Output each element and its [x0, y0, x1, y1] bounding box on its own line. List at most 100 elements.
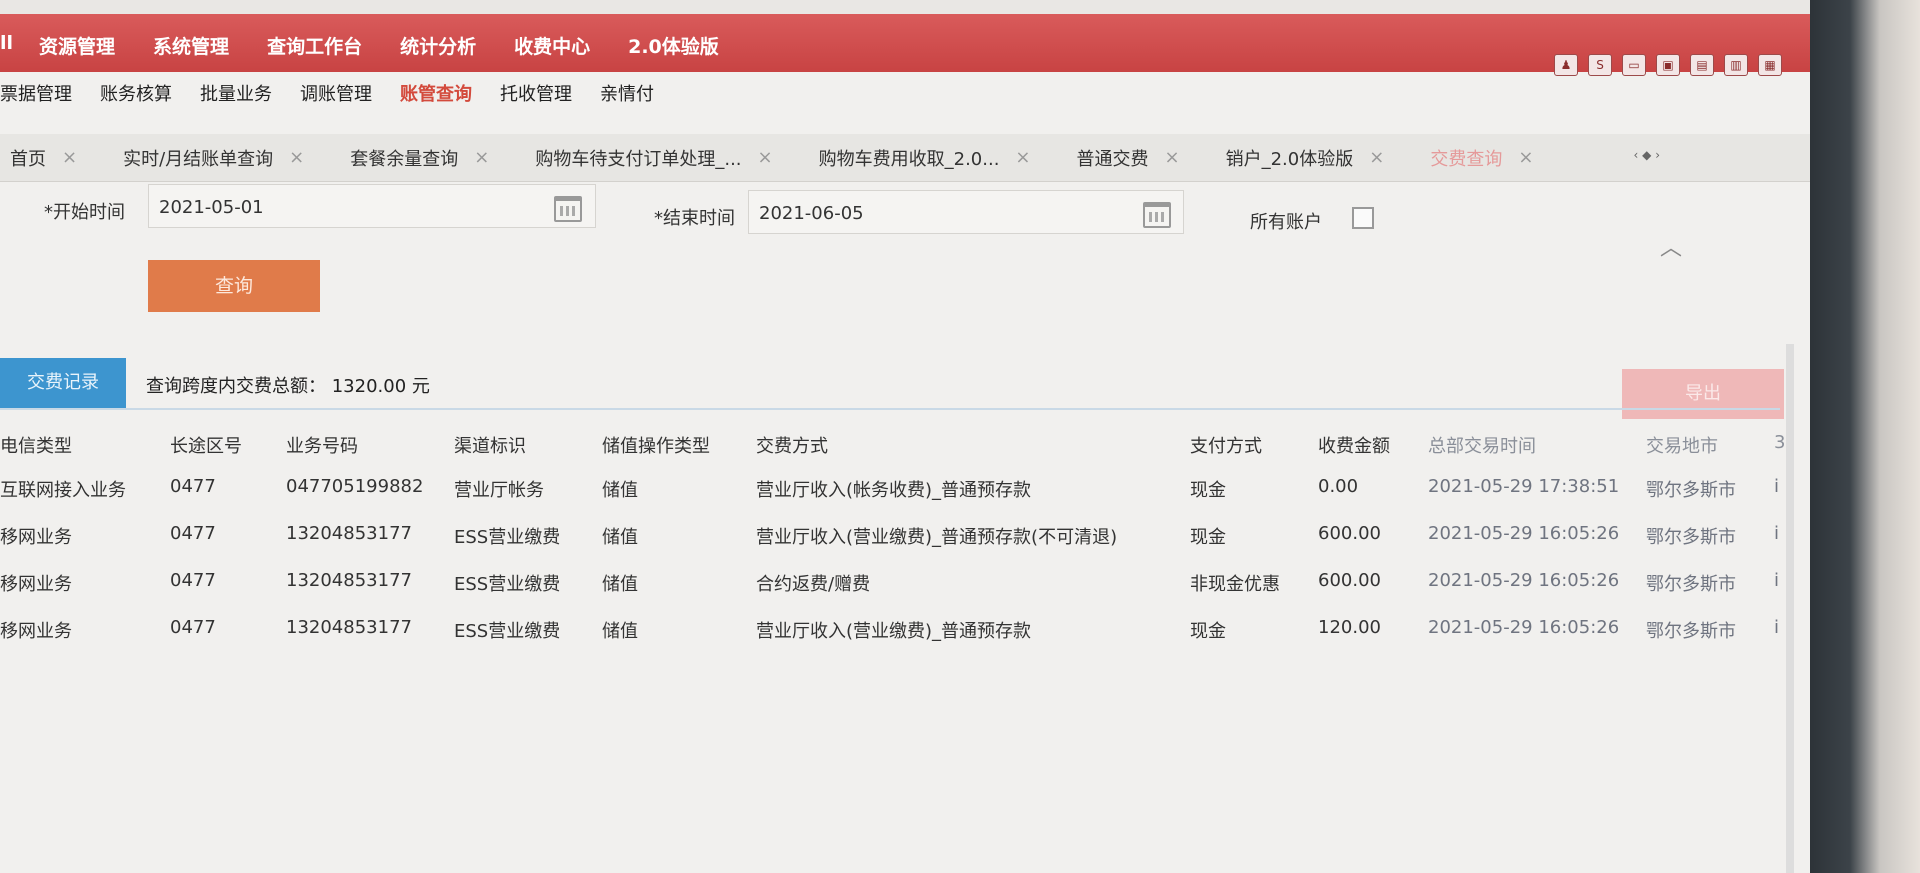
- table-cell: 047705199882: [286, 476, 424, 497]
- table-cell: 600.00: [1318, 523, 1381, 544]
- table-cell: ESS营业缴费: [454, 574, 561, 595]
- tab-payment-query[interactable]: 交费查询 ×: [1420, 134, 1569, 182]
- table-cell: 现金: [1190, 621, 1226, 642]
- close-icon[interactable]: ×: [62, 147, 77, 168]
- close-icon[interactable]: ×: [1369, 147, 1384, 168]
- all-accounts-checkbox[interactable]: [1352, 207, 1374, 229]
- column-header: 3: [1774, 432, 1786, 453]
- records-tab[interactable]: 交费记录: [0, 358, 126, 408]
- sub-menu-item[interactable]: 调账管理: [300, 80, 372, 116]
- table-header: 电信类型 长途区号 业务号码 渠道标识 储值操作类型 交费方式 支付方式 收费金…: [0, 424, 1790, 464]
- tab-cart-charge[interactable]: 购物车费用收取_2.0... ×: [809, 134, 1067, 182]
- column-header: 渠道标识: [454, 436, 526, 457]
- sub-menu-item[interactable]: 票据管理: [0, 80, 72, 116]
- tab-scroll-arrows[interactable]: ‹ ◆ ›: [1634, 148, 1660, 162]
- toolbar-icons: ♟ S ▭ ▣ ▤ ▥ ▦: [1554, 54, 1782, 76]
- table-row[interactable]: 移网业务 0477 13204853177 ESS营业缴费 储值 营业厅收入(营…: [0, 609, 1790, 649]
- tab-normal-payment[interactable]: 普通交费 ×: [1067, 134, 1216, 182]
- calendar-icon[interactable]: [554, 196, 582, 222]
- sub-menu-item[interactable]: 亲情付: [600, 80, 654, 116]
- top-menu-item[interactable]: 系统管理: [153, 32, 229, 59]
- close-icon[interactable]: ×: [1518, 147, 1533, 168]
- table-cell: 鄂尔多斯市: [1646, 621, 1736, 642]
- table-row[interactable]: 移网业务 0477 13204853177 ESS营业缴费 储值 营业厅收入(营…: [0, 515, 1790, 555]
- table-cell: 互联网接入业务: [0, 480, 126, 501]
- table-cell: 储值: [602, 574, 638, 595]
- column-header: 交易地市: [1646, 436, 1718, 457]
- top-menu-item[interactable]: 资源管理: [39, 32, 115, 59]
- close-icon[interactable]: ×: [289, 147, 304, 168]
- tab-cancel-account[interactable]: 销户_2.0体验版 ×: [1216, 134, 1421, 182]
- window-icon[interactable]: ▤: [1690, 54, 1714, 76]
- chevron-up-icon[interactable]: ︿: [1660, 230, 1682, 262]
- tab-cart-pending[interactable]: 购物车待支付订单处理_... ×: [525, 134, 808, 182]
- table-cell: 储值: [602, 621, 638, 642]
- s-icon[interactable]: S: [1588, 54, 1612, 76]
- window-icon[interactable]: ▥: [1724, 54, 1748, 76]
- table-cell: 储值: [602, 480, 638, 501]
- scrollbar[interactable]: [1786, 344, 1794, 873]
- tab-label: 首页: [10, 148, 46, 170]
- close-icon[interactable]: ×: [1165, 147, 1180, 168]
- sub-menu-item-active[interactable]: 账管查询: [400, 80, 472, 116]
- column-header: 长途区号: [170, 436, 242, 457]
- table-row[interactable]: 移网业务 0477 13204853177 ESS营业缴费 储值 合约返费/赠费…: [0, 562, 1790, 602]
- table-cell: i: [1774, 570, 1780, 591]
- top-menu-item[interactable]: ll: [0, 32, 13, 59]
- user-icon[interactable]: ♟: [1554, 54, 1578, 76]
- table-cell: 0477: [170, 523, 216, 544]
- tab-package-balance[interactable]: 套餐余量查询 ×: [340, 134, 525, 182]
- table-cell: 鄂尔多斯市: [1646, 527, 1736, 548]
- export-button[interactable]: 导出: [1622, 369, 1784, 419]
- photo-top-edge: [0, 0, 1920, 14]
- table-cell: 合约返费/赠费: [756, 574, 871, 595]
- table-cell: 移网业务: [0, 621, 72, 642]
- column-header: 储值操作类型: [602, 436, 710, 457]
- close-icon[interactable]: ×: [758, 147, 773, 168]
- table-cell: 营业厅帐务: [454, 480, 544, 501]
- window-icon[interactable]: ▣: [1656, 54, 1680, 76]
- table-cell: 鄂尔多斯市: [1646, 480, 1736, 501]
- close-icon[interactable]: ×: [1015, 147, 1030, 168]
- column-header: 总部交易时间: [1428, 436, 1536, 457]
- window-icon[interactable]: ▦: [1758, 54, 1782, 76]
- table-cell: 移网业务: [0, 527, 72, 548]
- start-time-label: *开始时间: [44, 202, 125, 223]
- table-cell: 0477: [170, 476, 216, 497]
- top-menu-item[interactable]: 统计分析: [400, 32, 476, 59]
- start-time-input[interactable]: 2021-05-01: [148, 184, 596, 228]
- total-summary: 查询跨度内交费总额： 1320.00 元: [146, 376, 430, 397]
- window-icon[interactable]: ▭: [1622, 54, 1646, 76]
- tab-label: 实时/月结账单查询: [123, 148, 274, 170]
- sub-menu-item[interactable]: 批量业务: [200, 80, 272, 116]
- table-cell: i: [1774, 617, 1780, 638]
- screen: ll 资源管理 系统管理 查询工作台 统计分析 收费中心 2.0体验版 ♟ S …: [0, 14, 1810, 873]
- tab-label: 交费查询: [1430, 148, 1503, 170]
- table-cell: i: [1774, 523, 1780, 544]
- sub-menu: 票据管理 账务核算 批量业务 调账管理 账管查询 托收管理 亲情付: [0, 80, 682, 116]
- column-header: 支付方式: [1190, 436, 1262, 457]
- sub-menu-item[interactable]: 托收管理: [500, 80, 572, 116]
- tab-home[interactable]: 首页 ×: [0, 134, 113, 182]
- calendar-icon[interactable]: [1143, 202, 1171, 228]
- table-cell: 0477: [170, 617, 216, 638]
- query-form: *开始时间 2021-05-01 *结束时间 2021-06-05 所有账户 查…: [0, 182, 1810, 342]
- table-cell: i: [1774, 476, 1780, 497]
- end-time-input[interactable]: 2021-06-05: [748, 190, 1184, 234]
- table-cell: 2021-05-29 16:05:26: [1428, 617, 1620, 638]
- table-cell: 120.00: [1318, 617, 1381, 638]
- top-menu-item[interactable]: 2.0体验版: [628, 32, 719, 59]
- top-menu-item[interactable]: 查询工作台: [267, 32, 362, 59]
- table-cell: 2021-05-29 16:05:26: [1428, 523, 1620, 544]
- tab-bill-query[interactable]: 实时/月结账单查询 ×: [113, 134, 340, 182]
- query-button[interactable]: 查询: [148, 260, 320, 312]
- table-cell: 营业厅收入(营业缴费)_普通预存款: [756, 621, 1032, 642]
- top-menu-item[interactable]: 收费中心: [514, 32, 590, 59]
- close-icon[interactable]: ×: [474, 147, 489, 168]
- top-menu: ll 资源管理 系统管理 查询工作台 统计分析 收费中心 2.0体验版: [0, 32, 757, 59]
- table-cell: 移网业务: [0, 574, 72, 595]
- table-row[interactable]: 互联网接入业务 0477 047705199882 营业厅帐务 储值 营业厅收入…: [0, 468, 1790, 508]
- table-cell: 现金: [1190, 480, 1226, 501]
- column-header: 收费金额: [1318, 436, 1390, 457]
- sub-menu-item[interactable]: 账务核算: [100, 80, 172, 116]
